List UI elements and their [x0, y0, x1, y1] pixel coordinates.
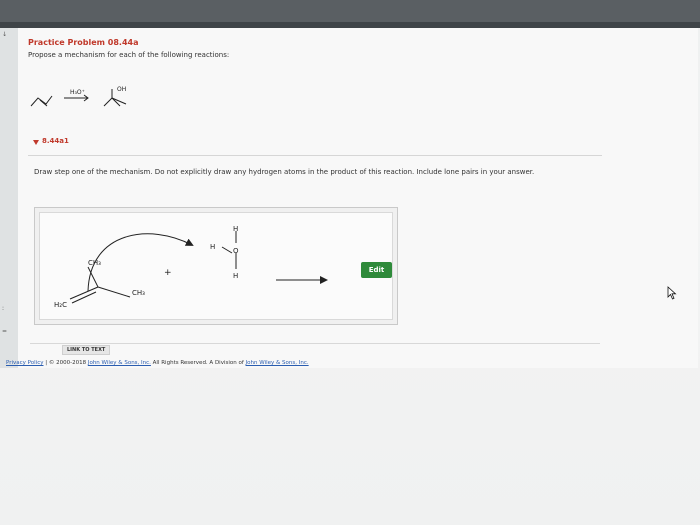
curved-arrow — [87, 233, 194, 292]
reagent-label: H₃O⁺ — [70, 89, 85, 96]
reaction-scheme: H₃O⁺ OH — [30, 86, 127, 107]
reactant-double-bond — [39, 99, 48, 107]
problem-title: Practice Problem 08.44a — [28, 38, 139, 47]
mouse-cursor-icon — [667, 286, 677, 300]
alkene-bond — [97, 286, 131, 298]
product-alcohol — [103, 97, 121, 107]
edit-button[interactable]: Edit — [361, 262, 392, 278]
part-instructions: Draw step one of the mechanism. Do not e… — [34, 168, 535, 176]
footer-separator: | — [45, 360, 48, 366]
divider — [28, 155, 602, 156]
gutter-mark: = — [2, 328, 8, 335]
plus-sign: + — [164, 268, 172, 278]
oxygen-label: O — [233, 247, 239, 255]
footer: Privacy Policy | © 2000-2018 John Wiley … — [6, 360, 309, 366]
h2c-label: H₂C — [54, 301, 67, 309]
ch3-mid-label: CH₃ — [132, 289, 145, 297]
browser-top-bar — [0, 0, 700, 22]
double-bond-right — [71, 291, 97, 304]
gutter-mark: ↓ — [2, 31, 8, 38]
problem-subtitle: Propose a mechanism for each of the foll… — [28, 51, 230, 59]
privacy-policy-link[interactable]: Privacy Policy — [6, 360, 43, 366]
link-to-text-button[interactable]: LINK TO TEXT — [62, 345, 111, 355]
copyright-text: © 2000-2018 — [48, 360, 87, 366]
left-gutter: ↓ : = — [0, 28, 18, 368]
divider — [30, 343, 600, 344]
hydronium-bond — [221, 246, 233, 254]
company-link-2[interactable]: John Wiley & Sons, Inc. — [246, 360, 309, 366]
collapse-toggle-icon[interactable] — [33, 140, 39, 145]
h-bottom-label: H — [233, 272, 238, 280]
part-label[interactable]: 8.44a1 — [42, 137, 69, 145]
rights-text: All Rights Reserved. A Division of — [152, 360, 244, 366]
h-left-label: H — [210, 243, 215, 251]
h-top-label: H — [233, 225, 238, 233]
product-oh-label: OH — [117, 86, 126, 93]
gutter-mark: : — [2, 305, 5, 312]
product-bond — [111, 97, 127, 105]
ch3-top-label: CH₃ — [88, 259, 101, 267]
company-link[interactable]: John Wiley & Sons, Inc. — [88, 360, 151, 366]
mechanism-canvas[interactable]: CH₃ CH₃ H₂C + H H O H — [39, 212, 393, 320]
